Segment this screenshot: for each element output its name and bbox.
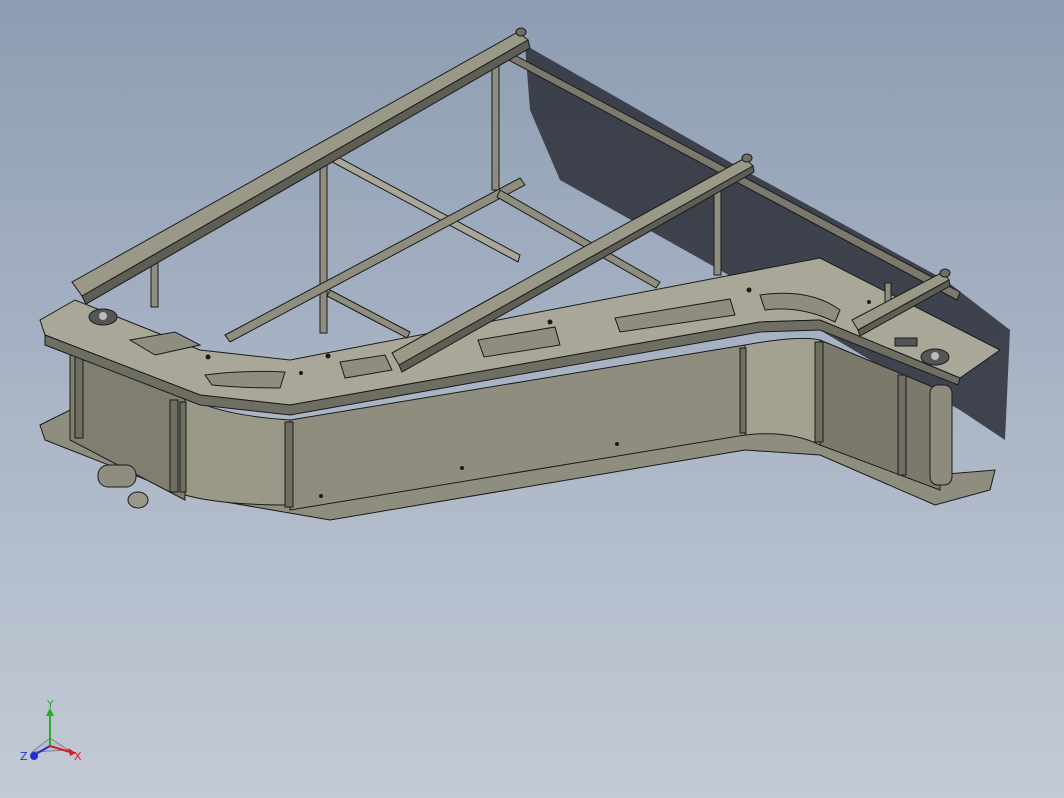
- mounting-foot-right: [920, 348, 950, 366]
- mounting-foot-left: [88, 308, 118, 326]
- z-axis-label: Z: [20, 750, 28, 763]
- right-bracket: [894, 337, 918, 347]
- reference-triad: Y X Z: [20, 700, 82, 763]
- angle-rail-main: [71, 27, 531, 305]
- y-axis-label: Y: [46, 700, 54, 711]
- x-axis-label: X: [74, 750, 82, 763]
- z-axis-arrow-icon: [30, 752, 38, 760]
- cad-model-view[interactable]: [0, 0, 1064, 798]
- graphics-viewport[interactable]: Y X Z: [0, 0, 1064, 798]
